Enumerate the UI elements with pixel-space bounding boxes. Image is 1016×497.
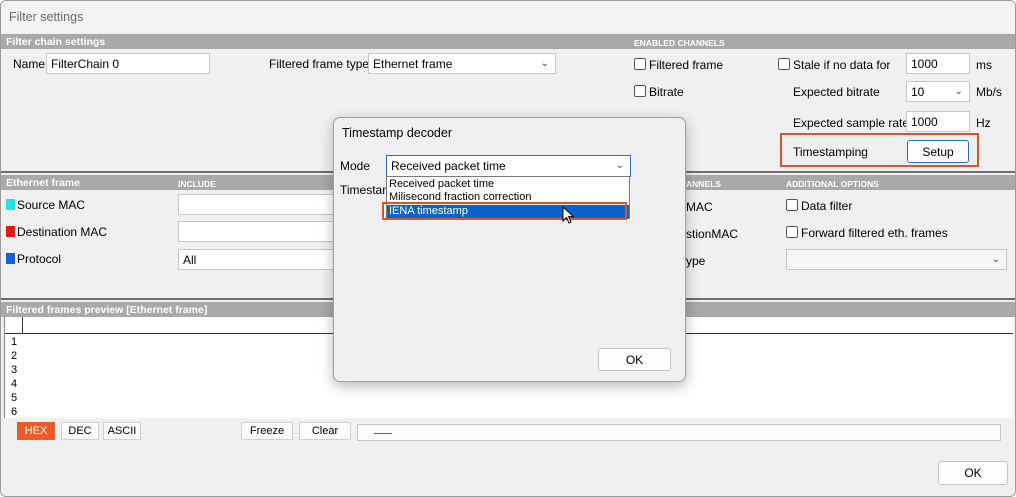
bitrate-checkbox[interactable]	[634, 85, 646, 97]
chevron-down-icon: ⌄	[540, 58, 549, 69]
protocol-color-swatch	[6, 253, 15, 264]
ascii-format-button[interactable]: ASCII	[103, 422, 141, 440]
preview-row-number: 4	[11, 378, 18, 390]
include-header: INCLUDE	[178, 179, 216, 189]
filtered-frame-label: Filtered frame	[649, 58, 724, 72]
mode-option-received-packet-time[interactable]: Received packet time	[387, 178, 629, 191]
timestamp-label: Timestam	[340, 183, 393, 197]
frame-type-label: Filtered frame type	[269, 57, 370, 71]
frame-type-select[interactable]: Ethernet frame ⌄	[368, 53, 556, 74]
preview-column-separator	[22, 317, 23, 334]
source-mac-color-swatch	[6, 199, 15, 210]
expected-sample-rate-label: Expected sample rate	[793, 116, 910, 130]
preview-horizontal-scrollbar[interactable]	[357, 424, 1001, 441]
frame-type-value: Ethernet frame	[373, 57, 453, 71]
mode-value: Received packet time	[391, 159, 506, 173]
expected-sample-rate-unit: Hz	[976, 116, 991, 130]
channel-label-source-mac: MAC	[686, 200, 713, 214]
timestamp-decoder-dialog: Timestamp decoder Mode Received packet t…	[333, 117, 686, 382]
chevron-down-icon: ⌄	[615, 160, 624, 171]
forward-filtered-checkbox[interactable]	[786, 226, 798, 238]
stale-checkbox[interactable]	[778, 58, 790, 70]
preview-header-label: Filtered frames preview [Ethernet frame]	[6, 304, 208, 316]
filter-settings-window: Filter settings Filter chain settings EN…	[0, 0, 1016, 497]
data-filter-checkbox[interactable]	[786, 199, 798, 211]
stale-unit: ms	[976, 58, 992, 72]
expected-bitrate-value: 10	[911, 85, 925, 99]
name-input[interactable]: FilterChain 0	[46, 53, 210, 74]
mode-select[interactable]: Received packet time ⌄	[386, 155, 631, 177]
preview-row-number: 2	[11, 350, 18, 362]
dialog-ok-button[interactable]: OK	[598, 348, 671, 371]
data-filter-label: Data filter	[801, 199, 853, 213]
destination-mac-label: Destination MAC	[17, 225, 108, 239]
channel-label-type: ype	[686, 254, 706, 268]
window-title: Filter settings	[1, 1, 1015, 33]
chevron-down-icon: ⌄	[991, 254, 1000, 265]
preview-row-number: 3	[11, 364, 18, 376]
expected-bitrate-select[interactable]: 10 ⌄	[906, 81, 970, 102]
preview-row-number: 5	[11, 392, 18, 404]
ethernet-frame-header-label: Ethernet frame	[6, 177, 81, 189]
enabled-channels-header: ENABLED CHANNELS	[634, 38, 725, 48]
expected-bitrate-unit: Mb/s	[976, 85, 1003, 99]
channel-label-destination-mac: stionMAC	[686, 227, 739, 241]
channels-header: ANNELS	[686, 179, 721, 189]
dec-format-button[interactable]: DEC	[61, 422, 99, 440]
main-ok-button[interactable]: OK	[938, 461, 1008, 485]
hex-format-button[interactable]: HEX	[17, 422, 55, 440]
filter-chain-header-label: Filter chain settings	[6, 36, 106, 48]
preview-row-number: 6	[11, 406, 18, 418]
destination-mac-input[interactable]	[178, 221, 338, 242]
additional-options-header: ADDITIONAL OPTIONS	[786, 179, 879, 189]
name-label: Name	[13, 57, 46, 71]
mode-label: Mode	[340, 159, 371, 173]
freeze-button[interactable]: Freeze	[241, 422, 293, 440]
preview-row-number: 1	[11, 336, 18, 348]
source-mac-label: Source MAC	[17, 198, 86, 212]
dialog-title: Timestamp decoder	[342, 126, 452, 140]
expected-sample-rate-input[interactable]: 1000	[906, 111, 970, 132]
expected-bitrate-label: Expected bitrate	[793, 85, 880, 99]
bitrate-label: Bitrate	[649, 85, 684, 99]
forward-filtered-label: Forward filtered eth. frames	[801, 226, 948, 240]
stale-input[interactable]: 1000	[906, 53, 970, 74]
additional-options-select[interactable]: ⌄	[786, 249, 1007, 270]
timestamping-highlight-box	[780, 133, 979, 167]
iena-option-highlight-box	[382, 202, 627, 220]
protocol-label: Protocol	[17, 252, 62, 266]
source-mac-input[interactable]	[178, 194, 338, 215]
destination-mac-color-swatch	[6, 226, 15, 237]
protocol-input[interactable]: All	[178, 249, 338, 270]
scrollbar-thumb[interactable]	[374, 433, 392, 434]
chevron-down-icon: ⌄	[954, 86, 963, 97]
clear-button[interactable]: Clear	[299, 422, 351, 440]
filtered-frame-checkbox[interactable]	[634, 58, 646, 70]
stale-label: Stale if no data for	[793, 58, 891, 72]
filter-chain-header: Filter chain settings	[1, 34, 1015, 49]
mouse-cursor-icon	[562, 206, 575, 224]
